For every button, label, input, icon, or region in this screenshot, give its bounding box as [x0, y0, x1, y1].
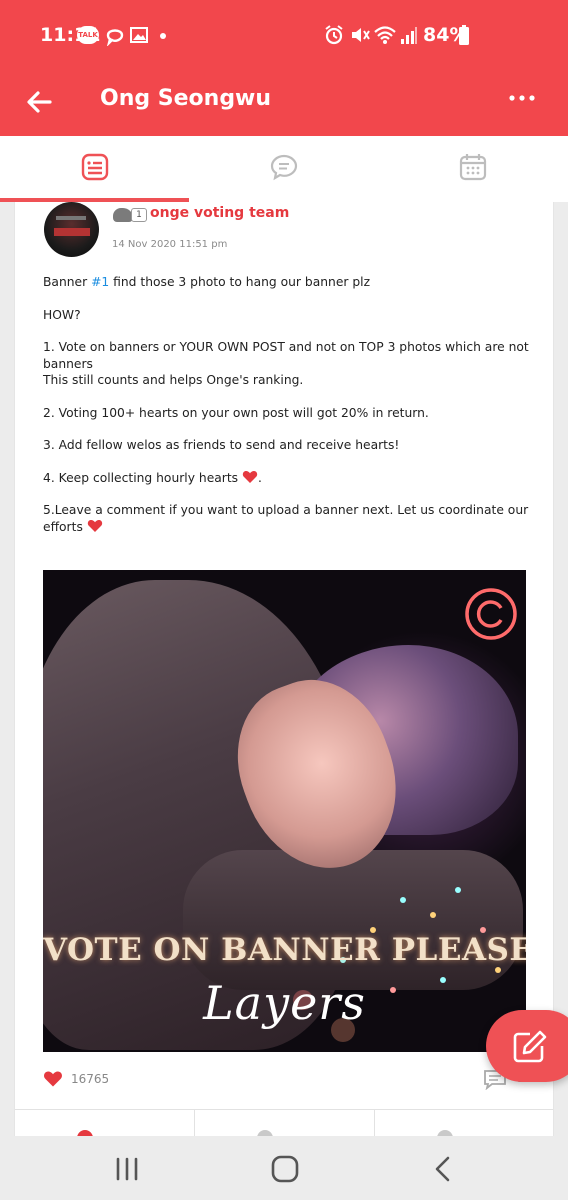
compose-button[interactable] [486, 1010, 568, 1082]
heart-emoji-icon [242, 470, 258, 483]
feed-icon [81, 153, 108, 181]
brand-logo-icon [465, 588, 517, 640]
image-banner-text: VOTE ON BANNER PLEASE [43, 932, 526, 968]
kakaotalk-icon: TALK [77, 26, 99, 44]
status-bar: 11:11 TALK 84% [0, 0, 568, 72]
post-body: Banner #1 find those 3 photo to hang our… [43, 274, 529, 535]
author-avatar[interactable] [44, 202, 99, 257]
post-date: 14 Nov 2020 11:51 pm [112, 239, 228, 250]
post-action-bar [15, 1109, 553, 1136]
recent-apps-icon[interactable] [112, 1154, 142, 1184]
level-badge: 1 [113, 206, 151, 224]
rock-level-icon [113, 208, 133, 222]
app-bar: Ong Seongwu [0, 72, 568, 136]
more-options-icon[interactable] [508, 84, 536, 112]
body-step-1-note: This still counts and helps Onge's ranki… [43, 373, 304, 387]
tab-feed[interactable] [0, 136, 189, 198]
image-script-text: Layers [203, 976, 366, 1030]
alarm-icon [323, 23, 345, 47]
body-step-1: 1. Vote on banners or YOUR OWN POST and … [43, 340, 529, 371]
chat-bubble-icon [270, 154, 297, 181]
body-line-banner: Banner #1 find those 3 photo to hang our… [43, 275, 371, 289]
heart-icon[interactable] [43, 1070, 63, 1088]
body-step-4: 4. Keep collecting hourly hearts . [43, 470, 262, 485]
post-card: 1 onge voting team 14 Nov 2020 11:51 pm … [14, 202, 554, 1136]
tab-chat[interactable] [189, 136, 378, 198]
heart-emoji-icon [87, 519, 102, 532]
body-step-2: 2. Voting 100+ hearts on your own post w… [43, 405, 429, 420]
like-control[interactable]: 16765 [43, 1068, 109, 1090]
battery-icon [458, 23, 470, 47]
level-number: 1 [131, 208, 147, 222]
calendar-icon [459, 154, 486, 181]
more-notifications-dot [160, 33, 166, 39]
like-count: 16765 [71, 1072, 110, 1086]
system-navigation-bar [0, 1138, 568, 1200]
body-step-3: 3. Add fellow welos as friends to send a… [43, 438, 400, 452]
gallery-icon [129, 23, 149, 47]
body-step-5: 5.Leave a comment if you want to upload … [43, 503, 529, 534]
author-name[interactable]: onge voting team [150, 205, 289, 221]
body-line-how: HOW? [43, 307, 81, 322]
signal-icon [400, 23, 418, 47]
notification-icon [104, 23, 126, 47]
top-bar: 11:11 TALK 84% Ong Seongwu [0, 0, 568, 136]
page-title: Ong Seongwu [100, 86, 272, 111]
edit-icon [513, 1030, 547, 1063]
home-icon[interactable] [270, 1154, 300, 1184]
action-like[interactable] [15, 1110, 195, 1136]
wifi-icon [373, 23, 397, 47]
hashtag-link[interactable]: #1 [91, 275, 109, 289]
tab-calendar[interactable] [378, 136, 567, 198]
back-icon[interactable] [428, 1154, 458, 1184]
action-share[interactable] [375, 1110, 553, 1136]
mute-icon [349, 23, 371, 47]
action-vote[interactable] [195, 1110, 375, 1136]
back-arrow-icon[interactable] [24, 86, 56, 118]
tab-bar [0, 136, 568, 202]
post-image[interactable]: VOTE ON BANNER PLEASE Layers [43, 570, 526, 1052]
